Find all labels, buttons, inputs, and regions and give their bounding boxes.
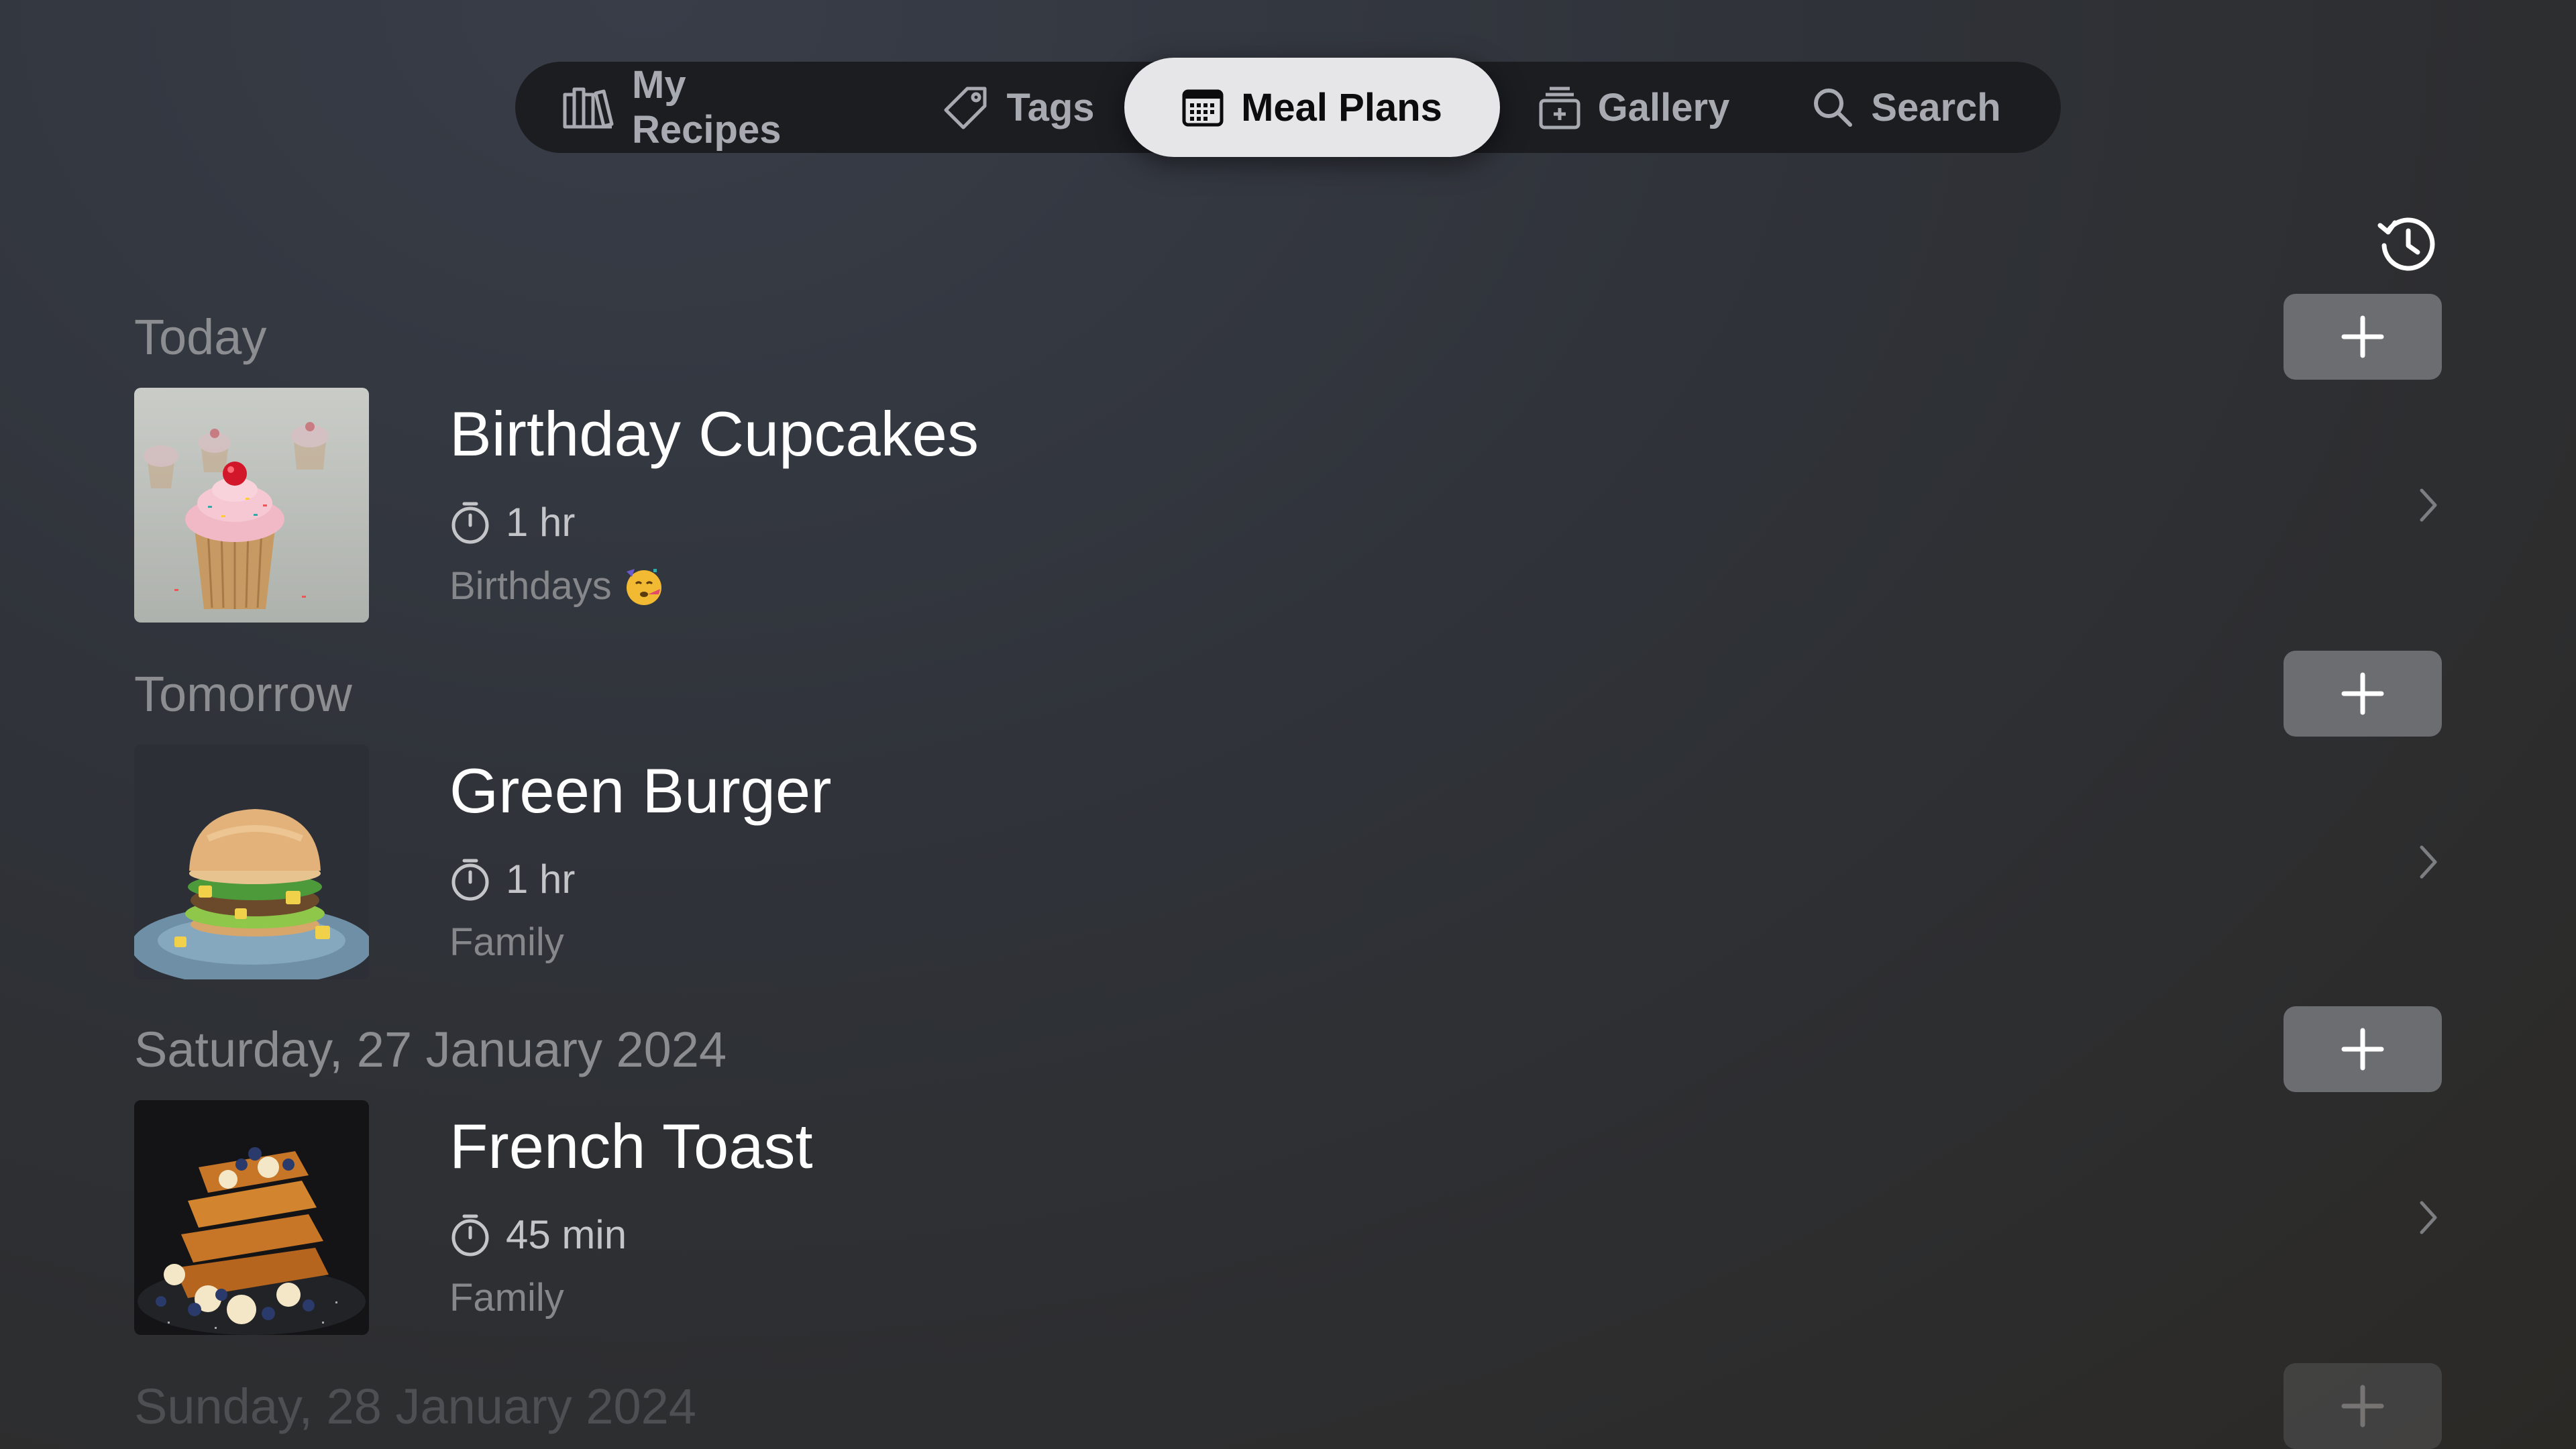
- add-meal-button[interactable]: [2284, 651, 2442, 737]
- add-meal-button[interactable]: [2284, 1363, 2442, 1449]
- recipe-tag: Birthdays: [449, 566, 664, 606]
- calendar-icon: [1182, 89, 1224, 127]
- burger-photo: [134, 745, 369, 979]
- tab-bar: My Recipes Tags Meal Plans Gallery Searc…: [515, 58, 2061, 157]
- recipe-title: Green Burger: [449, 755, 832, 826]
- tag-icon: [944, 87, 987, 129]
- history-button[interactable]: [2376, 212, 2439, 275]
- chevron-right-icon: [2420, 1201, 2437, 1234]
- duration-text: 1 hr: [506, 857, 576, 902]
- tab-meal-plans[interactable]: Meal Plans: [1124, 58, 1500, 157]
- recipe-duration: 1 hr: [449, 500, 575, 545]
- day-header: Saturday, 27 January 2024: [134, 1022, 727, 1077]
- tab-label: Tags: [1006, 85, 1095, 129]
- tab-search[interactable]: Search: [1788, 62, 2025, 153]
- recipe-tag: Family: [449, 1279, 564, 1318]
- chevron-right-icon: [2420, 845, 2437, 879]
- tab-tags[interactable]: Tags: [942, 62, 1096, 153]
- recipe-duration: 45 min: [449, 1213, 627, 1257]
- meal-row-green-burger[interactable]: Green Burger 1 hr Family: [134, 745, 2442, 979]
- timer-icon: [451, 502, 489, 544]
- add-meal-button[interactable]: [2284, 294, 2442, 380]
- tag-text: Family: [449, 1276, 564, 1320]
- gallery-stack-icon: [1539, 87, 1580, 129]
- chevron-right-icon: [2420, 488, 2437, 522]
- tab-gallery[interactable]: Gallery: [1534, 62, 1735, 153]
- day-header: Sunday, 28 January 2024: [134, 1379, 696, 1434]
- recipe-duration: 1 hr: [449, 857, 575, 902]
- tab-label: Gallery: [1597, 85, 1730, 129]
- tab-my-recipes[interactable]: My Recipes: [562, 62, 818, 153]
- meal-row-french-toast[interactable]: French Toast 45 min Family: [134, 1100, 2442, 1335]
- day-header: Today: [134, 309, 267, 365]
- tab-label: Search: [1871, 85, 2001, 129]
- history-icon: [2377, 217, 2435, 271]
- tab-label: Meal Plans: [1241, 85, 1442, 129]
- plus-icon: [2341, 315, 2384, 358]
- party-face-icon: [626, 569, 661, 605]
- tag-text: Family: [449, 920, 564, 964]
- meal-row-birthday-cupcakes[interactable]: Birthday Cupcakes 1 hr Birthdays: [134, 388, 2442, 623]
- timer-icon: [451, 859, 489, 901]
- tab-label: My Recipes: [632, 63, 782, 152]
- books-icon: [563, 87, 614, 129]
- recipe-title: French Toast: [449, 1111, 813, 1181]
- plus-icon: [2341, 1385, 2384, 1428]
- french-toast-photo: [134, 1100, 369, 1335]
- recipe-title: Birthday Cupcakes: [449, 398, 979, 469]
- add-meal-button[interactable]: [2284, 1006, 2442, 1092]
- duration-text: 1 hr: [506, 500, 576, 545]
- duration-text: 45 min: [506, 1212, 627, 1257]
- day-header: Tomorrow: [134, 666, 352, 722]
- plus-icon: [2341, 672, 2384, 715]
- cupcake-photo: [134, 388, 369, 623]
- recipe-tag: Family: [449, 923, 564, 962]
- plus-icon: [2341, 1028, 2384, 1071]
- timer-icon: [451, 1214, 489, 1256]
- search-icon: [1814, 89, 1853, 127]
- tag-text: Birthdays: [449, 564, 612, 608]
